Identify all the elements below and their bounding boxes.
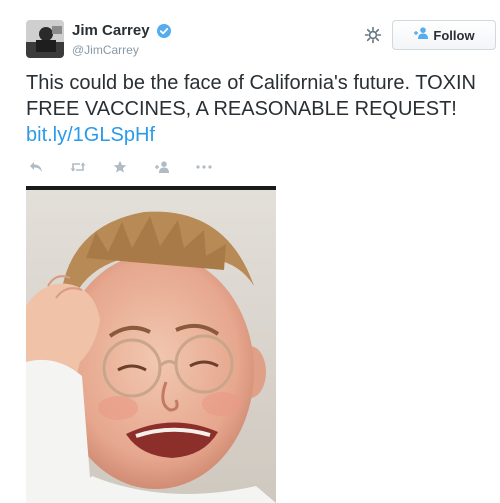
follow-button[interactable]: Follow <box>392 20 496 50</box>
crying-child-photo <box>26 190 276 503</box>
star-icon[interactable] <box>112 160 128 174</box>
tweet-card: Jim Carrey @JimCarrey Follow This could … <box>0 0 500 503</box>
tweet-text: This could be the face of California's f… <box>26 70 486 148</box>
gear-icon[interactable] <box>364 26 382 44</box>
follow-button-label: Follow <box>433 27 475 43</box>
author-handle[interactable]: @JimCarrey <box>72 43 171 57</box>
reply-icon[interactable] <box>28 160 44 174</box>
tweet-body: This could be the face of California's f… <box>26 72 476 120</box>
author-name[interactable]: Jim Carrey <box>72 22 150 39</box>
tweet-photo[interactable] <box>26 186 276 503</box>
follow-action-icon[interactable] <box>154 160 170 174</box>
author-names: Jim Carrey @JimCarrey <box>72 22 172 57</box>
more-icon[interactable] <box>196 160 212 174</box>
tweet-link[interactable]: bit.ly/1GLSpHf <box>26 124 155 146</box>
tweet-actions <box>28 158 238 176</box>
retweet-icon[interactable] <box>70 160 86 174</box>
add-user-icon <box>413 26 429 44</box>
tweet-header: Jim Carrey @JimCarrey Follow <box>26 20 496 60</box>
photo-top-border <box>26 186 276 190</box>
avatar[interactable] <box>26 20 64 58</box>
verified-icon <box>157 23 172 38</box>
